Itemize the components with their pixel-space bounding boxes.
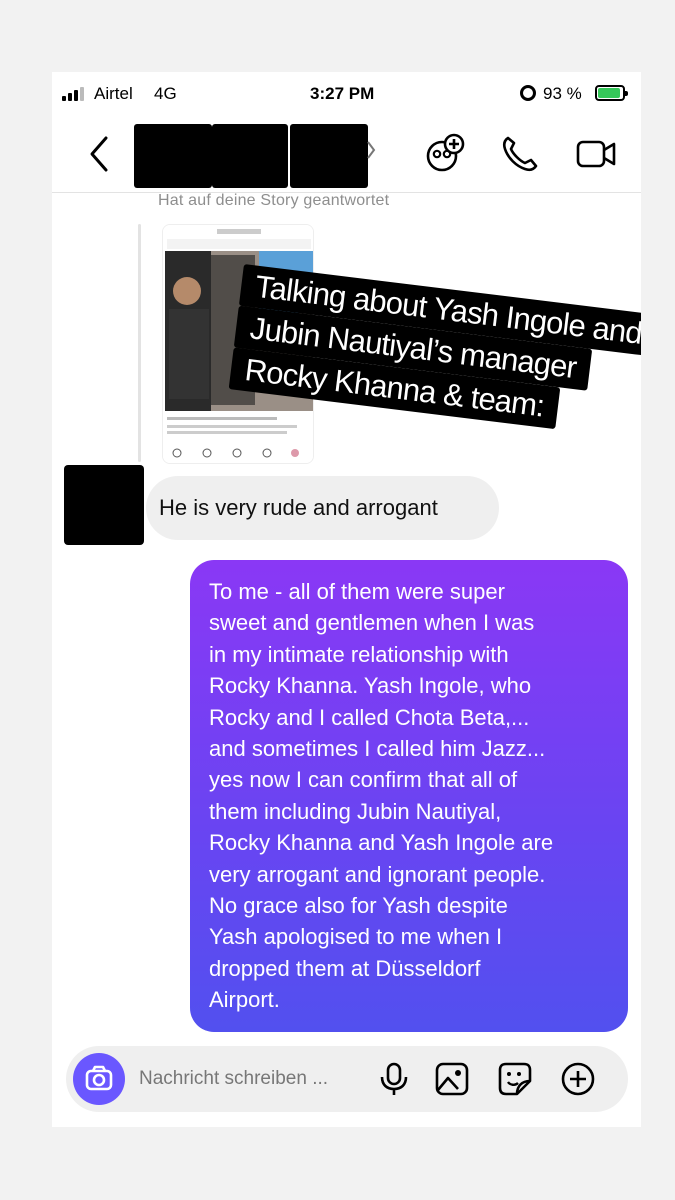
chat-screen: Airtel 4G 3:27 PM 93 % Hat auf deine Sto… [52, 72, 641, 1127]
message-line: Yash apologised to me when I [209, 924, 503, 950]
message-line: dropped them at Düsseldorf [209, 955, 481, 981]
message-line: and sometimes I called him Jazz... [209, 736, 546, 762]
status-time: 3:27 PM [310, 84, 375, 103]
message-line: yes now I can confirm that all of [209, 767, 518, 793]
sent-message[interactable]: To me - all of them were super sweet and… [190, 560, 628, 1032]
chat-header [52, 114, 641, 194]
message-line: them including Jubin Nautiyal, [209, 798, 502, 824]
message-line: Rocky Khanna and Yash Ingole are [209, 830, 554, 856]
message-input[interactable]: Nachricht schreiben ... [139, 1068, 328, 1090]
back-chevron-icon[interactable] [87, 134, 111, 174]
message-line: Airport. [209, 987, 280, 1013]
message-line: Rocky Khanna. Yash Ingole, who [209, 673, 532, 699]
camera-button[interactable] [73, 1053, 125, 1105]
network-type: 4G [154, 84, 177, 103]
chevron-right-icon [367, 141, 376, 159]
gallery-icon[interactable] [434, 1061, 470, 1097]
message-line: sweet and gentlemen when I was [209, 610, 535, 636]
message-line: Rocky and I called Chota Beta,... [209, 704, 530, 730]
redacted-name-1 [212, 124, 288, 188]
message-line: To me - all of them were super [209, 579, 505, 604]
carrier-name: Airtel [94, 84, 133, 103]
battery-percent: 93 % [543, 84, 582, 103]
plus-icon[interactable] [560, 1061, 596, 1097]
received-message[interactable]: He is very rude and arrogant [146, 476, 499, 540]
battery-icon [595, 85, 628, 101]
message-line: very arrogant and ignorant people. [209, 861, 546, 887]
sticker-icon[interactable] [497, 1061, 533, 1097]
phone-icon[interactable] [498, 132, 542, 176]
video-camera-icon[interactable] [574, 132, 618, 176]
add-people-icon[interactable] [424, 132, 468, 176]
message-line: No grace also for Yash despite [209, 893, 508, 919]
alarm-icon [520, 85, 536, 101]
redacted-name-2 [290, 124, 368, 188]
camera-icon [85, 1065, 113, 1091]
microphone-icon[interactable] [376, 1061, 412, 1097]
signal-icon [62, 87, 88, 101]
sender-avatar-redacted [64, 465, 144, 545]
message-composer: Nachricht schreiben ... [66, 1046, 628, 1112]
reply-bar [138, 224, 141, 462]
story-reply-caption: Hat auf deine Story geantwortet [158, 192, 390, 209]
redacted-avatar-1 [134, 124, 212, 188]
message-line: in my intimate relationship with [209, 641, 509, 667]
status-bar: Airtel 4G 3:27 PM 93 % [52, 72, 641, 114]
